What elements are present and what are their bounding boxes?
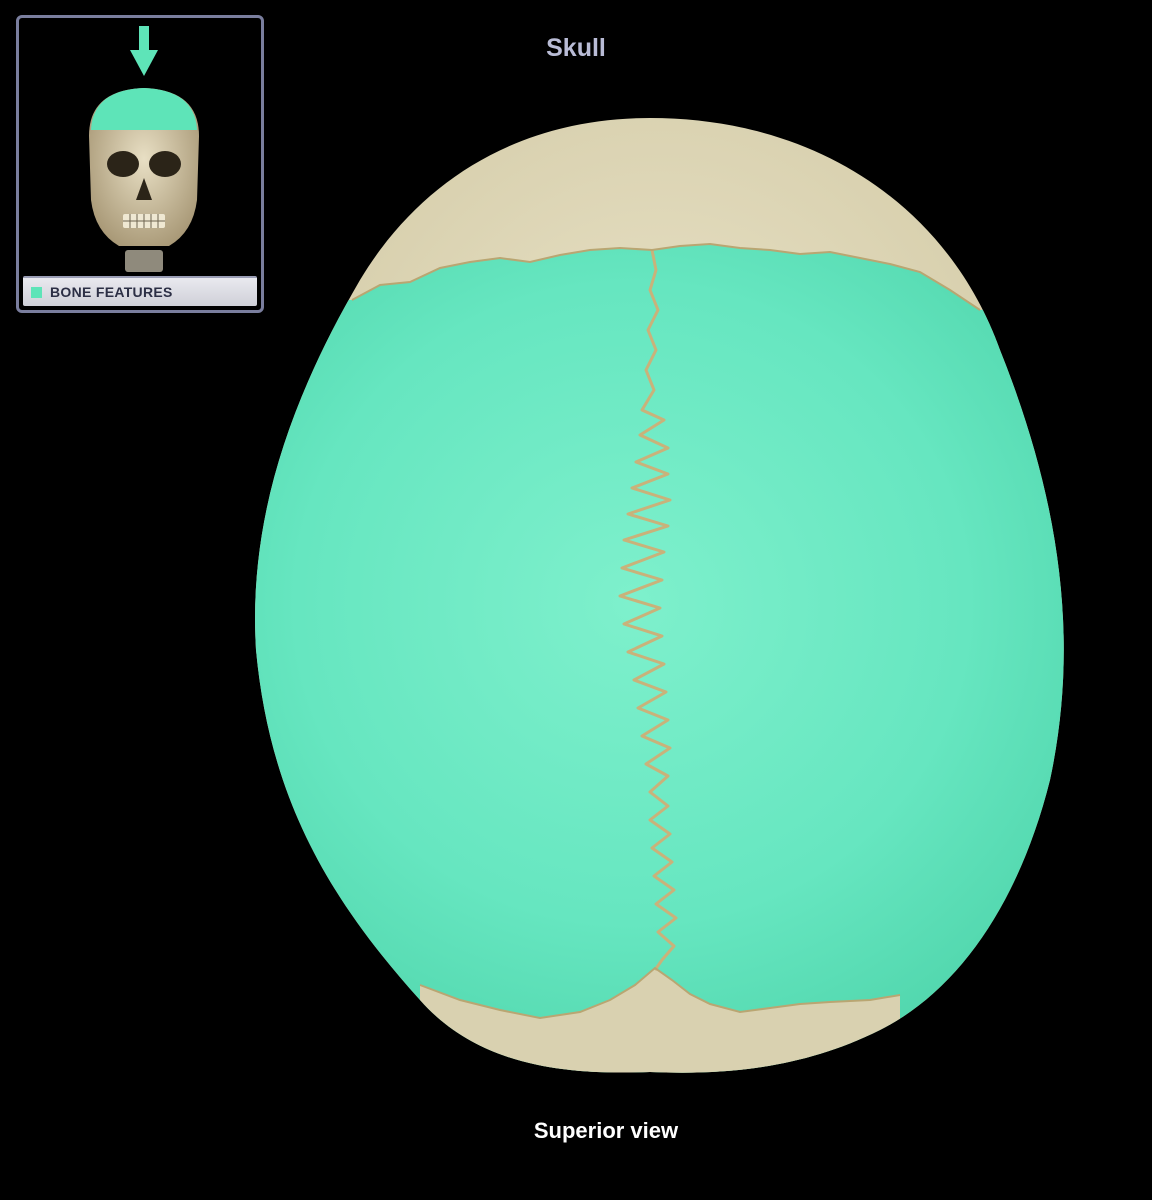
figure-caption: Superior view [533, 1118, 679, 1143]
skull-superior-view [255, 118, 1064, 1073]
